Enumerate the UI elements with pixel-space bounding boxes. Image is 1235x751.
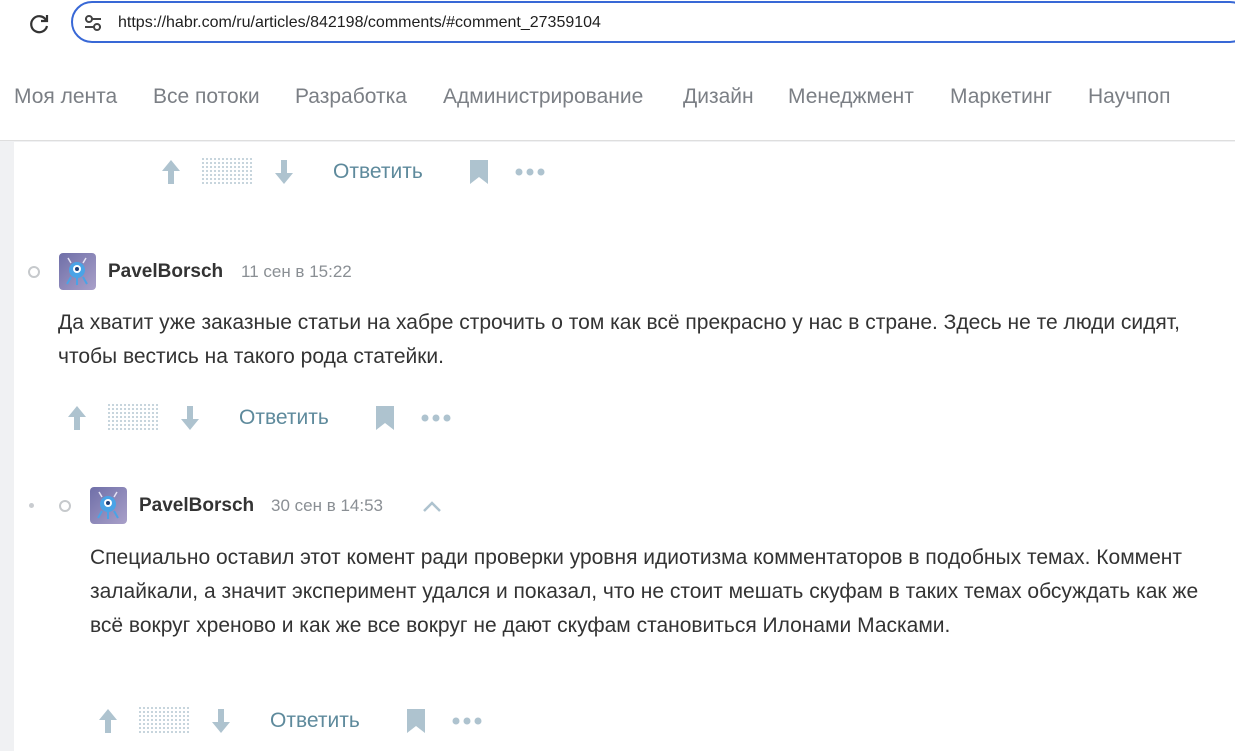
avatar[interactable] — [59, 253, 96, 290]
nav-item-design[interactable]: Дизайн — [683, 85, 754, 109]
bookmark-icon[interactable] — [374, 405, 396, 431]
vote-down-icon[interactable] — [210, 707, 232, 735]
nav-item-feed[interactable]: Моя лента — [14, 85, 117, 109]
reply-button[interactable]: Ответить — [333, 160, 423, 184]
avatar-image — [90, 487, 127, 524]
comment-text: Специально оставил этот комент ради пров… — [90, 546, 1199, 637]
avatar-image — [59, 253, 96, 290]
thread-marker — [59, 500, 71, 512]
nav-item-administration[interactable]: Администрирование — [443, 85, 643, 109]
vote-up-icon[interactable] — [66, 404, 88, 432]
comment-actions: Ответить — [160, 156, 560, 190]
thread-marker — [29, 503, 34, 508]
score-hidden — [202, 158, 254, 186]
comment-text: Да хватит уже заказные статьи на хабре с… — [58, 311, 1180, 368]
score-hidden — [108, 404, 160, 432]
more-icon[interactable] — [451, 716, 483, 726]
url-text[interactable]: https://habr.com/ru/articles/842198/comm… — [118, 14, 601, 32]
reply-button[interactable]: Ответить — [239, 406, 329, 430]
bookmark-icon[interactable] — [405, 708, 427, 734]
comment-time[interactable]: 30 сен в 14:53 — [271, 496, 383, 516]
comment-actions: Ответить — [66, 402, 466, 436]
thread-marker — [28, 266, 40, 278]
nav-item-all-streams[interactable]: Все потоки — [153, 85, 260, 109]
comment-actions: Ответить — [97, 705, 497, 739]
browser-toolbar: https://habr.com/ru/articles/842198/comm… — [0, 0, 1235, 52]
nav-item-popsci[interactable]: Научпоп — [1088, 85, 1170, 109]
more-icon[interactable] — [514, 167, 546, 177]
chevron-up-icon[interactable] — [421, 499, 443, 513]
site-settings-icon[interactable] — [83, 13, 103, 33]
avatar[interactable] — [90, 487, 127, 524]
comment-author[interactable]: PavelBorsch — [139, 495, 254, 517]
address-bar[interactable]: https://habr.com/ru/articles/842198/comm… — [71, 1, 1235, 43]
nav-item-management[interactable]: Менеджмент — [788, 85, 914, 109]
reply-button[interactable]: Ответить — [270, 709, 360, 733]
vote-up-icon[interactable] — [97, 707, 119, 735]
comment-author[interactable]: PavelBorsch — [108, 261, 223, 283]
comment-time[interactable]: 11 сен в 15:22 — [241, 262, 352, 282]
habr-nav: Моя лента Все потоки Разработка Админист… — [0, 52, 1235, 141]
nav-item-marketing[interactable]: Маркетинг — [950, 85, 1052, 109]
vote-down-icon[interactable] — [273, 158, 295, 186]
comments-section: Ответить PavelBorsch 11 сен в 15:22 Да х… — [14, 142, 1235, 751]
score-hidden — [139, 707, 191, 735]
more-icon[interactable] — [420, 413, 452, 423]
nav-item-development[interactable]: Разработка — [295, 85, 407, 109]
vote-down-icon[interactable] — [179, 404, 201, 432]
reload-icon[interactable] — [26, 11, 52, 37]
vote-up-icon[interactable] — [160, 158, 182, 186]
bookmark-icon[interactable] — [468, 159, 490, 185]
